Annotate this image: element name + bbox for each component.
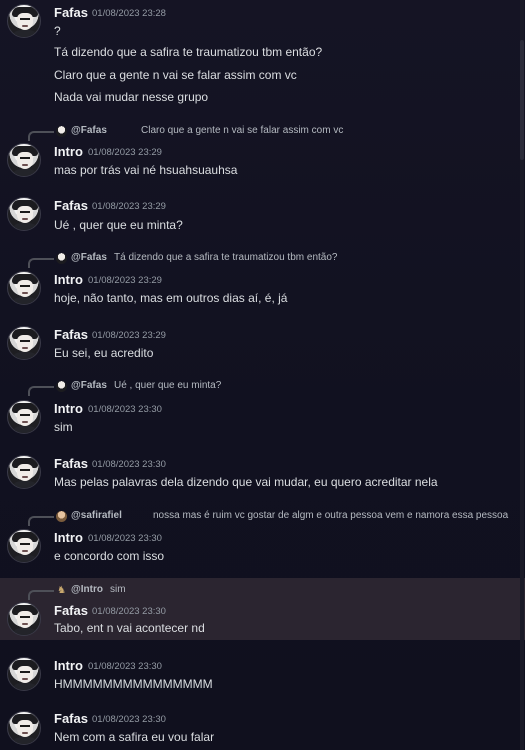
reply-text[interactable]: sim bbox=[110, 584, 126, 595]
message-group[interactable]: @Fafas Tá dizendo que a safira te trauma… bbox=[0, 244, 525, 314]
avatar[interactable] bbox=[7, 271, 41, 305]
author-name[interactable]: Intro bbox=[54, 530, 83, 545]
timestamp[interactable]: 01/08/2023 23:30 bbox=[92, 459, 166, 470]
scrollbar[interactable] bbox=[520, 0, 524, 750]
timestamp[interactable]: 01/08/2023 23:30 bbox=[92, 714, 166, 725]
message-group[interactable]: @Fafas Ué , quer que eu minta? Intro 01/… bbox=[0, 372, 525, 444]
message-text: Eu sei, eu acredito bbox=[54, 346, 154, 360]
reply-avatar bbox=[56, 126, 67, 137]
reply-avatar bbox=[56, 381, 67, 392]
reply-text[interactable]: Tá dizendo que a safira te traumatizou t… bbox=[114, 252, 337, 263]
reply-spine bbox=[28, 386, 54, 396]
reply-text[interactable]: Claro que a gente n vai se falar assim c… bbox=[141, 125, 343, 136]
message-text: Tá dizendo que a safira te traumatizou t… bbox=[54, 45, 323, 59]
message-group[interactable]: ♞ @Intro sim Fafas 01/08/2023 23:30 Tabo… bbox=[0, 578, 525, 640]
timestamp[interactable]: 01/08/2023 23:29 bbox=[88, 275, 162, 286]
message-text: Nem com a safira eu vou falar bbox=[54, 730, 215, 744]
message-group[interactable]: Fafas 01/08/2023 23:29 Eu sei, eu acredi… bbox=[0, 314, 525, 372]
timestamp[interactable]: 01/08/2023 23:29 bbox=[92, 330, 166, 341]
reply-preview[interactable]: @Fafas Ué , quer que eu minta? bbox=[28, 380, 268, 396]
reply-text[interactable]: nossa mas é ruim vc gostar de algm e out… bbox=[153, 510, 508, 521]
author-name[interactable]: Fafas bbox=[54, 603, 88, 618]
message-group[interactable]: Intro 01/08/2023 23:30 HMMMMMMMMMMMMMMM bbox=[0, 640, 525, 698]
message-text: Ué , quer que eu minta? bbox=[54, 218, 183, 232]
reply-avatar bbox=[56, 511, 67, 522]
message-group[interactable]: Fafas 01/08/2023 23:30 Nem com a safira … bbox=[0, 698, 525, 750]
message-text: mas por trás vai né hsuahsuauhsa bbox=[54, 163, 238, 177]
reply-spine bbox=[28, 590, 54, 600]
author-name[interactable]: Fafas bbox=[54, 711, 88, 726]
message-text: e concordo com isso bbox=[54, 549, 165, 563]
chat-message-list: Fafas 01/08/2023 23:28 ? Tá dizendo que … bbox=[0, 0, 525, 750]
reply-spine bbox=[28, 131, 54, 141]
timestamp[interactable]: 01/08/2023 23:28 bbox=[92, 8, 166, 19]
message-group[interactable]: Fafas 01/08/2023 23:29 Ué , quer que eu … bbox=[0, 188, 525, 244]
timestamp[interactable]: 01/08/2023 23:30 bbox=[88, 404, 162, 415]
reply-author[interactable]: @Fafas bbox=[71, 125, 107, 136]
reply-spine bbox=[28, 516, 54, 526]
avatar[interactable] bbox=[7, 143, 41, 177]
message-text: ? bbox=[54, 24, 61, 38]
reply-avatar: ♞ bbox=[57, 585, 66, 596]
timestamp[interactable]: 01/08/2023 23:29 bbox=[88, 147, 162, 158]
scrollbar-thumb[interactable] bbox=[520, 40, 524, 160]
message-group[interactable]: Fafas 01/08/2023 23:30 Mas pelas palavra… bbox=[0, 444, 525, 502]
avatar[interactable] bbox=[7, 4, 41, 38]
avatar[interactable] bbox=[7, 529, 41, 563]
message-group[interactable]: Fafas 01/08/2023 23:28 ? Tá dizendo que … bbox=[0, 0, 525, 118]
avatar[interactable] bbox=[7, 711, 41, 745]
message-text: Claro que a gente n vai se falar assim c… bbox=[54, 68, 297, 82]
message-text: Nada vai mudar nesse grupo bbox=[54, 90, 209, 104]
reply-author[interactable]: @Fafas bbox=[71, 252, 107, 263]
avatar[interactable] bbox=[7, 455, 41, 489]
timestamp[interactable]: 01/08/2023 23:30 bbox=[88, 661, 162, 672]
author-name[interactable]: Intro bbox=[54, 658, 83, 673]
avatar[interactable] bbox=[7, 400, 41, 434]
message-text: hoje, não tanto, mas em outros dias aí, … bbox=[54, 291, 288, 305]
message-text: Mas pelas palavras dela dizendo que vai … bbox=[54, 475, 438, 489]
reply-preview[interactable]: ♞ @Intro sim bbox=[28, 584, 168, 600]
timestamp[interactable]: 01/08/2023 23:30 bbox=[92, 606, 166, 617]
avatar[interactable] bbox=[7, 326, 41, 360]
avatar[interactable] bbox=[7, 657, 41, 691]
author-name[interactable]: Fafas bbox=[54, 327, 88, 342]
message-text: Tabo, ent n vai acontecer nd bbox=[54, 621, 205, 635]
message-group[interactable]: @safirafiel nossa mas é ruim vc gostar d… bbox=[0, 502, 525, 576]
reply-preview[interactable]: @Fafas Claro que a gente n vai se falar … bbox=[28, 125, 348, 141]
author-name[interactable]: Intro bbox=[54, 272, 83, 287]
avatar[interactable] bbox=[7, 197, 41, 231]
reply-text[interactable]: Ué , quer que eu minta? bbox=[114, 380, 221, 391]
author-name[interactable]: Fafas bbox=[54, 198, 88, 213]
reply-avatar bbox=[56, 253, 67, 264]
reply-preview[interactable]: @Fafas Tá dizendo que a safira te trauma… bbox=[28, 252, 368, 268]
timestamp[interactable]: 01/08/2023 23:30 bbox=[88, 533, 162, 544]
reply-author[interactable]: @safirafiel bbox=[71, 510, 122, 521]
author-name[interactable]: Intro bbox=[54, 401, 83, 416]
author-name[interactable]: Intro bbox=[54, 144, 83, 159]
author-name[interactable]: Fafas bbox=[54, 456, 88, 471]
message-group[interactable]: @Fafas Claro que a gente n vai se falar … bbox=[0, 118, 525, 188]
avatar[interactable] bbox=[7, 602, 41, 636]
author-name[interactable]: Fafas bbox=[54, 5, 88, 20]
reply-spine bbox=[28, 258, 54, 268]
reply-author[interactable]: @Fafas bbox=[71, 380, 107, 391]
message-text: sim bbox=[54, 420, 73, 434]
reply-preview[interactable]: @safirafiel nossa mas é ruim vc gostar d… bbox=[28, 510, 523, 526]
reply-author[interactable]: @Intro bbox=[71, 584, 103, 595]
message-text: HMMMMMMMMMMMMMMM bbox=[54, 677, 213, 691]
timestamp[interactable]: 01/08/2023 23:29 bbox=[92, 201, 166, 212]
